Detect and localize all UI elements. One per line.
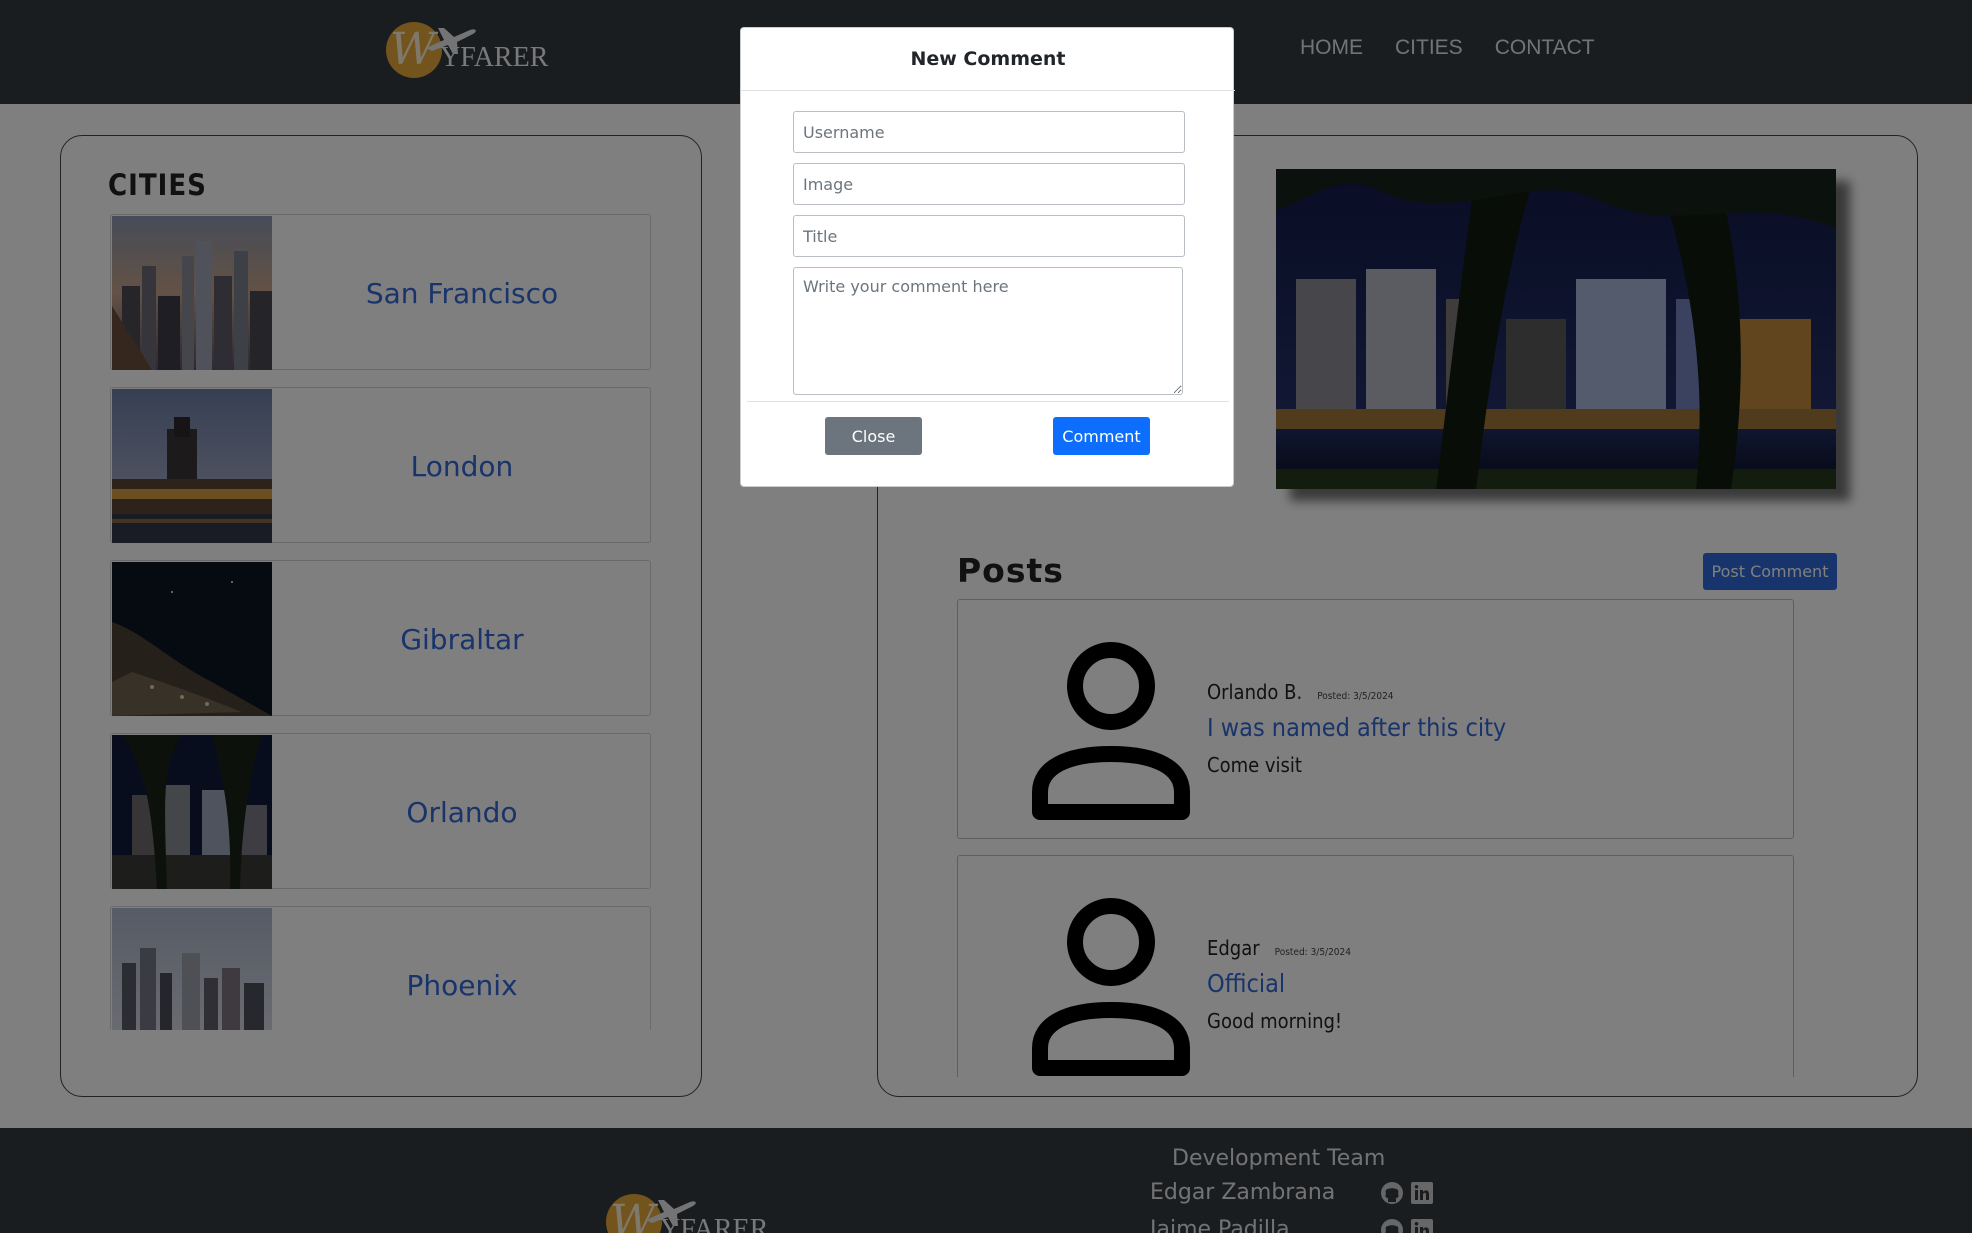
comment-textarea[interactable] [793, 267, 1183, 395]
username-input[interactable] [793, 111, 1185, 153]
image-input[interactable] [793, 163, 1185, 205]
comment-submit-button[interactable]: Comment [1053, 417, 1150, 455]
close-button[interactable]: Close [825, 417, 922, 455]
modal-title: New Comment [910, 48, 1066, 70]
title-input[interactable] [793, 215, 1185, 257]
modal-header-divider [741, 90, 1235, 91]
modal-footer-divider [747, 401, 1229, 402]
new-comment-modal: New Comment Close Comment [740, 27, 1235, 487]
